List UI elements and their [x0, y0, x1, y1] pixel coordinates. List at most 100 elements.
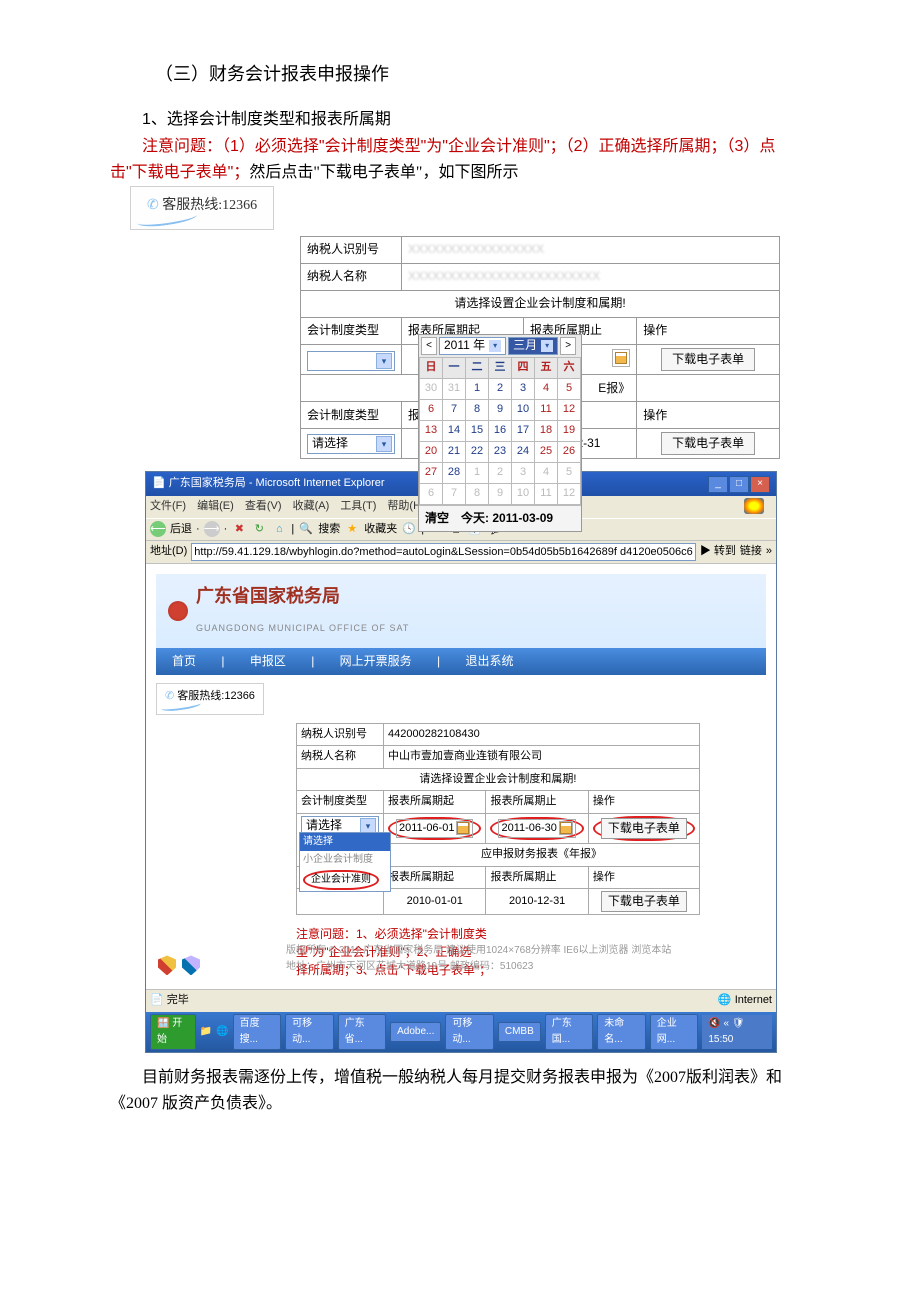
- cal-day[interactable]: 30: [420, 378, 443, 399]
- cal-day[interactable]: 10: [512, 399, 535, 420]
- cal-year-select[interactable]: 2011 年▾: [439, 337, 506, 355]
- cal-day[interactable]: 9: [489, 483, 512, 504]
- calendar-popup[interactable]: < 2011 年▾ 三月▾ > 日 一 二 三 四 五 六 30 31 1 2 …: [418, 334, 582, 532]
- cal-day[interactable]: 3: [512, 462, 535, 483]
- dropdown-opt-blank[interactable]: 小企业会计制度: [300, 851, 390, 869]
- calendar-icon[interactable]: [559, 821, 573, 835]
- type-select-open[interactable]: 请选择▾ 请选择 小企业会计制度 企业会计准则: [297, 813, 384, 866]
- download-button-2[interactable]: 下载电子表单: [661, 432, 755, 455]
- cal-day[interactable]: 17: [512, 420, 535, 441]
- cal-day[interactable]: 20: [420, 441, 443, 462]
- cal-day[interactable]: 4: [535, 378, 558, 399]
- back-icon[interactable]: ⟵: [150, 521, 166, 537]
- cal-day[interactable]: 4: [535, 462, 558, 483]
- cal-day[interactable]: 2: [489, 378, 512, 399]
- cal-day[interactable]: 3: [512, 378, 535, 399]
- search-label[interactable]: 搜索: [318, 521, 340, 539]
- end-date-input[interactable]: 2011-06-30: [486, 813, 588, 843]
- task-item[interactable]: 可移动...: [445, 1014, 494, 1050]
- cal-clear-button[interactable]: 清空: [419, 506, 455, 531]
- cal-day[interactable]: 24: [512, 441, 535, 462]
- menu-fav[interactable]: 收藏(A): [293, 500, 330, 512]
- task-item[interactable]: CMBB: [498, 1022, 541, 1042]
- cal-day[interactable]: 2: [489, 462, 512, 483]
- cal-day[interactable]: 8: [466, 399, 489, 420]
- cal-day[interactable]: 11: [535, 399, 558, 420]
- cal-day[interactable]: 1: [466, 378, 489, 399]
- nav-invoice[interactable]: 网上开票服务: [340, 654, 412, 668]
- type-select-2[interactable]: 请选择▾: [307, 434, 395, 454]
- cal-day[interactable]: 19: [558, 420, 581, 441]
- cal-day[interactable]: 8: [466, 483, 489, 504]
- cal-day[interactable]: 16: [489, 420, 512, 441]
- cal-prev-button[interactable]: <: [421, 337, 437, 355]
- cal-day[interactable]: 11: [535, 483, 558, 504]
- back-label[interactable]: 后退: [170, 521, 192, 539]
- cal-day[interactable]: 21: [443, 441, 466, 462]
- cal-day[interactable]: 26: [558, 441, 581, 462]
- menu-edit[interactable]: 编辑(E): [197, 500, 234, 512]
- stop-icon[interactable]: ✖: [231, 521, 247, 537]
- cal-day[interactable]: 5: [558, 378, 581, 399]
- menu-tool[interactable]: 工具(T): [340, 500, 376, 512]
- taskbar[interactable]: 🪟 开始 📁 🌐 百度搜... 可移动... 广东省... Adobe... 可…: [146, 1012, 776, 1052]
- site-nav[interactable]: 首页 | 申报区 | 网上开票服务 | 退出系统: [156, 648, 766, 675]
- refresh-icon[interactable]: ↻: [251, 521, 267, 537]
- cal-day[interactable]: 15: [466, 420, 489, 441]
- cal-month-select[interactable]: 三月▾: [508, 337, 558, 355]
- dropdown-opt-1[interactable]: 请选择: [300, 833, 390, 851]
- task-item[interactable]: Adobe...: [390, 1022, 441, 1042]
- links-label[interactable]: 链接: [740, 543, 762, 561]
- chevron-down-icon[interactable]: ▾: [489, 340, 501, 352]
- cal-day[interactable]: 18: [535, 420, 558, 441]
- cal-day[interactable]: 23: [489, 441, 512, 462]
- cal-day[interactable]: 28: [443, 462, 466, 483]
- cal-day[interactable]: 13: [420, 420, 443, 441]
- start-button[interactable]: 🪟 开始: [150, 1014, 196, 1050]
- download-button-4[interactable]: 下载电子表单: [601, 891, 687, 912]
- cal-day[interactable]: 14: [443, 420, 466, 441]
- cal-day[interactable]: 12: [558, 483, 581, 504]
- calendar-icon[interactable]: [456, 821, 470, 835]
- search-icon[interactable]: 🔍: [298, 521, 314, 537]
- task-item[interactable]: 广东国...: [545, 1014, 594, 1050]
- download-button-3[interactable]: 下载电子表单: [601, 818, 687, 839]
- cal-day[interactable]: 7: [443, 399, 466, 420]
- nav-home[interactable]: 首页: [172, 654, 196, 668]
- forward-icon[interactable]: ⟶: [204, 521, 220, 537]
- task-item[interactable]: 广东省...: [338, 1014, 387, 1050]
- cal-day[interactable]: 12: [558, 399, 581, 420]
- cal-today-button[interactable]: 今天: 2011-03-09: [455, 506, 559, 531]
- calendar-icon[interactable]: [612, 349, 630, 367]
- start-date-input[interactable]: 2011-06-01: [384, 813, 486, 843]
- cal-day[interactable]: 5: [558, 462, 581, 483]
- task-item[interactable]: 百度搜...: [233, 1014, 282, 1050]
- cal-day[interactable]: 31: [443, 378, 466, 399]
- menu-file[interactable]: 文件(F): [150, 500, 186, 512]
- chevron-down-icon[interactable]: ▾: [376, 353, 392, 369]
- cal-next-button[interactable]: >: [560, 337, 576, 355]
- quicklaunch-icon[interactable]: 📁: [200, 1024, 212, 1040]
- task-item[interactable]: 可移动...: [285, 1014, 334, 1050]
- nav-logout[interactable]: 退出系统: [465, 654, 513, 668]
- cal-day[interactable]: 9: [489, 399, 512, 420]
- dropdown-opt-2[interactable]: 企业会计准则: [300, 869, 390, 891]
- cal-day[interactable]: 1: [466, 462, 489, 483]
- cal-day[interactable]: 25: [535, 441, 558, 462]
- go-button[interactable]: ▶ 转到: [700, 543, 736, 561]
- task-item[interactable]: 未命名...: [597, 1014, 646, 1050]
- chevron-down-icon[interactable]: ▾: [376, 436, 392, 452]
- quicklaunch-icon[interactable]: 🌐: [216, 1024, 228, 1040]
- maximize-button[interactable]: □: [729, 476, 749, 493]
- favorites-icon[interactable]: ★: [344, 521, 360, 537]
- history-icon[interactable]: 🕓: [401, 521, 417, 537]
- close-button[interactable]: ×: [750, 476, 770, 493]
- cal-day[interactable]: 22: [466, 441, 489, 462]
- cal-day[interactable]: 6: [420, 483, 443, 504]
- cal-day[interactable]: 27: [420, 462, 443, 483]
- minimize-button[interactable]: _: [708, 476, 728, 493]
- favorites-label[interactable]: 收藏夹: [364, 521, 397, 539]
- cal-day[interactable]: 6: [420, 399, 443, 420]
- task-item[interactable]: 企业网...: [650, 1014, 699, 1050]
- cal-day[interactable]: 10: [512, 483, 535, 504]
